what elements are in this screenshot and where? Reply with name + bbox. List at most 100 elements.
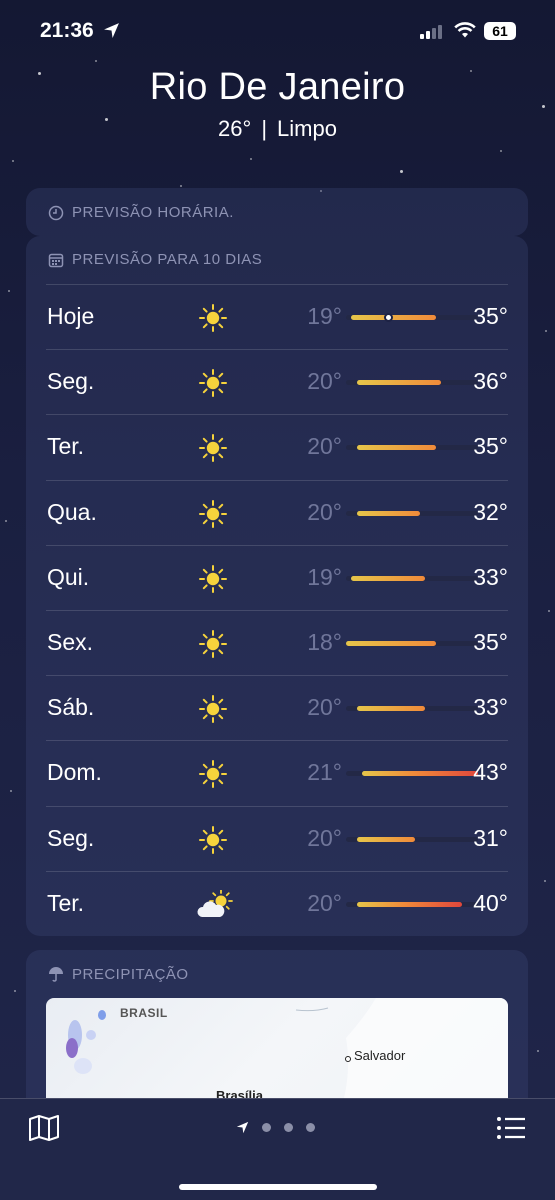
location-arrow-icon [104, 23, 119, 38]
rain-cell [66, 1038, 78, 1058]
ten-day-forecast-header: PREVISÃO PARA 10 DIAS [48, 251, 262, 268]
map-country-label: BRASIL [120, 1006, 168, 1020]
forecast-low-temp: 20° [307, 368, 342, 395]
sun-icon [196, 825, 230, 855]
condition-text: Limpo [277, 116, 337, 141]
temperature-range-fill [356, 836, 415, 842]
temperature-range-fill [356, 380, 442, 386]
temperature-range-bar [346, 640, 478, 646]
temperature-range-fill [351, 575, 426, 581]
forecast-high-temp: 31° [473, 824, 508, 851]
temperature-range-bar [346, 575, 478, 581]
temperature-range-bar [346, 901, 478, 907]
calendar-icon [48, 253, 64, 267]
page-dot[interactable] [284, 1123, 293, 1132]
forecast-day-row[interactable]: Hoje 19° 35° [46, 284, 508, 349]
forecast-day-label: Sáb. [47, 694, 95, 721]
forecast-day-row[interactable]: Ter. 20° 35° [46, 414, 508, 479]
forecast-low-temp: 20° [307, 498, 342, 525]
forecast-day-label: Ter. [47, 433, 85, 460]
page-indicator[interactable] [236, 1121, 315, 1134]
temperature-range-fill [356, 445, 436, 451]
forecast-high-temp: 36° [473, 368, 508, 395]
forecast-low-temp: 19° [307, 563, 342, 590]
hourly-forecast-header: PREVISÃO HORÁRIA. [48, 204, 234, 221]
forecast-day-row[interactable]: Seg. 20° 36° [46, 349, 508, 414]
forecast-high-temp: 35° [473, 433, 508, 460]
temperature-range-bar [346, 445, 478, 451]
temperature-range-bar [346, 510, 478, 516]
forecast-day-label: Hoje [47, 303, 95, 329]
forecast-day-row[interactable]: Qui. 19° 33° [46, 544, 508, 610]
status-bar: 21:36 61 [0, 0, 555, 60]
precipitation-header: PRECIPITAÇÃO [48, 966, 189, 983]
forecast-low-temp: 18° [307, 628, 342, 655]
sun-icon [196, 759, 230, 789]
sun-icon [196, 303, 230, 333]
current-conditions: 26° | Limpo [0, 116, 555, 142]
temperature-range-fill [356, 706, 426, 712]
temperature-range-bar [346, 313, 478, 322]
location-page-icon[interactable] [236, 1121, 249, 1134]
page-dot[interactable] [262, 1123, 271, 1132]
battery-indicator: 61 [484, 22, 516, 40]
precipitation-title: PRECIPITAÇÃO [72, 966, 189, 983]
ten-day-forecast-card[interactable]: PREVISÃO PARA 10 DIAS Hoje 19° 35° Seg. 20° 3… [26, 236, 528, 936]
sun-icon [196, 499, 230, 529]
sun-icon [196, 368, 230, 398]
sun-icon [196, 694, 230, 724]
map-icon[interactable] [28, 1114, 60, 1142]
city-name: Rio De Janeiro [149, 66, 406, 108]
ten-day-forecast-title: PREVISÃO PARA 10 DIAS [72, 251, 263, 268]
forecast-day-label: Dom. [47, 759, 102, 786]
forecast-day-label: Seg. [47, 824, 95, 851]
current-temperature: 26° [218, 116, 252, 141]
forecast-day-row[interactable]: Qua. 20° 32° [46, 479, 508, 545]
temperature-range-fill [356, 901, 463, 907]
temperature-range-bar [346, 836, 478, 842]
wifi-icon [454, 22, 476, 38]
sun-icon [196, 629, 230, 659]
status-time: 21:36 [40, 19, 94, 42]
home-indicator[interactable] [179, 1184, 377, 1190]
forecast-low-temp: 19° [307, 303, 342, 329]
forecast-day-row[interactable]: Sex. 18° 35° [46, 609, 508, 675]
list-icon[interactable] [496, 1116, 526, 1140]
partly-cloudy-icon [196, 888, 233, 920]
sun-icon [196, 564, 230, 594]
temperature-range-bar [346, 380, 478, 386]
forecast-day-row[interactable]: Ter. 20° 40° [46, 870, 508, 936]
rain-cell [98, 1010, 106, 1020]
forecast-high-temp: 33° [473, 694, 508, 721]
temperature-range-fill [346, 640, 436, 646]
forecast-low-temp: 21° [307, 759, 342, 786]
forecast-day-label: Qui. [47, 563, 90, 590]
forecast-day-row[interactable]: Sáb. 20° 33° [46, 675, 508, 740]
temperature-range-bar [346, 771, 478, 777]
hourly-forecast-title: PREVISÃO HORÁRIA. [72, 204, 234, 221]
map-city-salvador: Salvador [354, 1048, 406, 1063]
forecast-high-temp: 35° [473, 303, 508, 329]
map-city-marker [345, 1056, 351, 1062]
forecast-low-temp: 20° [307, 889, 342, 916]
bottom-toolbar [0, 1098, 555, 1200]
rain-cell [74, 1058, 92, 1074]
cellular-signal-icon [420, 24, 442, 39]
forecast-day-list: Hoje 19° 35° Seg. 20° 36° Ter. 20° 35° Qua. 20° 32°… [46, 284, 508, 936]
forecast-high-temp: 32° [473, 498, 508, 525]
page-dot[interactable] [306, 1123, 315, 1132]
forecast-high-temp: 35° [473, 628, 508, 655]
forecast-low-temp: 20° [307, 433, 342, 460]
forecast-day-row[interactable]: Dom. 21° 43° [46, 740, 508, 805]
hourly-forecast-card[interactable]: PREVISÃO HORÁRIA. [26, 188, 528, 236]
forecast-low-temp: 20° [307, 694, 342, 721]
temperature-range-fill [361, 771, 478, 777]
forecast-low-temp: 20° [307, 824, 342, 851]
temperature-range-fill [351, 315, 436, 320]
forecast-day-label: Seg. [47, 368, 95, 395]
temperature-range-bar [346, 706, 478, 712]
separator: | [261, 116, 268, 141]
current-temp-marker [383, 313, 393, 322]
umbrella-icon [49, 967, 63, 982]
forecast-day-row[interactable]: Seg. 20° 31° [46, 805, 508, 871]
